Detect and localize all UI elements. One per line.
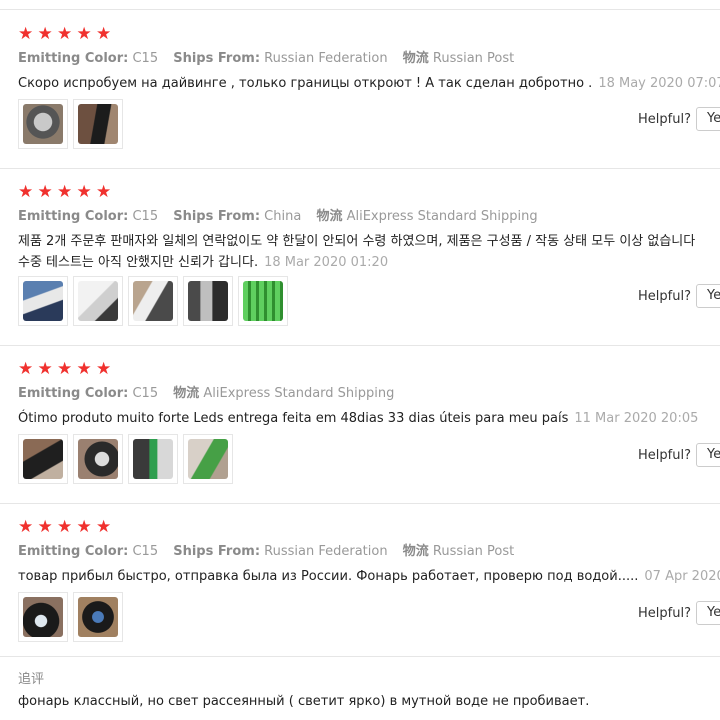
- attr-logistics: 物流 AliExpress Standard Shipping: [316, 209, 538, 224]
- helpful-label: Helpful?: [638, 112, 691, 127]
- review-photo-thumbnail[interactable]: [73, 434, 123, 484]
- review-line: товар прибыл быстро, отправка была из Ро…: [18, 569, 639, 584]
- star-rating: ★ ★ ★ ★ ★: [18, 24, 116, 44]
- attr-logistics: 物流 AliExpress Standard Shipping: [173, 386, 395, 401]
- star-icon: ★: [57, 182, 73, 202]
- review-line: 수중 테스트는 아직 안했지만 신뢰가 갑니다.: [18, 255, 259, 270]
- helpful-yes-button[interactable]: Yes: [696, 107, 720, 131]
- star-icon: ★: [37, 182, 53, 202]
- attr-emitting-color: Emitting Color: C15: [18, 51, 159, 66]
- review-photo-thumbnail[interactable]: [18, 276, 68, 326]
- star-icon: ★: [18, 517, 34, 537]
- review-item: ★ ★ ★ ★ ★ Emitting Color: C15 Ships From: Ch…: [0, 168, 720, 346]
- review-item: ★ ★ ★ ★ ★ Emitting Color: C15 Ships From: Ru…: [0, 10, 720, 169]
- attr-logistics: 物流 Russian Post: [402, 51, 515, 66]
- review-text: товар прибыл быстро, отправка была из Ро…: [18, 566, 720, 587]
- star-icon: ★: [96, 517, 112, 537]
- review-attributes: Emitting Color: C15 Ships From: China 物流…: [18, 208, 549, 226]
- review-photos: [18, 276, 293, 326]
- review-text: Скоро испробуем на дайвинге , только гра…: [18, 73, 720, 94]
- star-icon: ★: [57, 24, 73, 44]
- review-attributes: Emitting Color: C15 物流 AliExpress Standa…: [18, 385, 405, 403]
- feedback-page: ★ ★ ★ ★ ★ Emitting Color: C15 Ships From: Ru…: [0, 0, 720, 720]
- review-line: Скоро испробуем на дайвинге , только гра…: [18, 76, 593, 91]
- review-date: 07 Apr 2020 08:15: [644, 569, 720, 584]
- star-icon: ★: [37, 517, 53, 537]
- review-photo-thumbnail[interactable]: [18, 99, 68, 149]
- helpful-yes-button[interactable]: Yes: [696, 284, 720, 308]
- star-icon: ★: [96, 24, 112, 44]
- star-icon: ★: [57, 359, 73, 379]
- review-item: ★ ★ ★ ★ ★ Emitting Color: C15 Ships From: Ru…: [0, 503, 720, 657]
- star-icon: ★: [57, 517, 73, 537]
- review-date: 18 Mar 2020 01:20: [264, 255, 389, 270]
- review-photo-thumbnail[interactable]: [183, 434, 233, 484]
- attr-emitting-color: Emitting Color: C15: [18, 544, 159, 559]
- review-photo-thumbnail[interactable]: [238, 276, 288, 326]
- star-icon: ★: [76, 24, 92, 44]
- star-rating: ★ ★ ★ ★ ★: [18, 182, 116, 202]
- attr-logistics: 物流 Russian Post: [402, 544, 515, 559]
- star-icon: ★: [76, 182, 92, 202]
- review-photo-thumbnail[interactable]: [73, 276, 123, 326]
- review-date: 11 Mar 2020 20:05: [574, 411, 699, 426]
- helpful-label: Helpful?: [638, 448, 691, 463]
- helpful-label: Helpful?: [638, 289, 691, 304]
- review-photo-thumbnail[interactable]: [18, 592, 68, 642]
- review-photo-thumbnail[interactable]: [128, 434, 178, 484]
- star-icon: ★: [37, 24, 53, 44]
- attr-ships-from: Ships From: China: [173, 209, 302, 224]
- review-photo-thumbnail[interactable]: [18, 434, 68, 484]
- review-photo-thumbnail[interactable]: [73, 99, 123, 149]
- review-photo-thumbnail[interactable]: [183, 276, 233, 326]
- star-icon: ★: [18, 359, 34, 379]
- star-icon: ★: [76, 359, 92, 379]
- helpful-label: Helpful?: [638, 606, 691, 621]
- star-icon: ★: [96, 182, 112, 202]
- attr-ships-from: Ships From: Russian Federation: [173, 51, 388, 66]
- review-attributes: Emitting Color: C15 Ships From: Russian …: [18, 50, 525, 68]
- followup-label: 追评: [18, 672, 45, 687]
- star-icon: ★: [37, 359, 53, 379]
- star-rating: ★ ★ ★ ★ ★: [18, 359, 116, 379]
- review-photos: [18, 434, 238, 484]
- helpful-yes-button[interactable]: Yes: [696, 443, 720, 467]
- review-photo-thumbnail[interactable]: [73, 592, 123, 642]
- review-line: 제품 2개 주문후 판매자와 일체의 연락없이도 약 한달이 안되어 수령 하였…: [18, 234, 696, 249]
- review-date: 18 May 2020 07:07: [598, 76, 720, 91]
- review-text: 제품 2개 주문후 판매자와 일체의 연락없이도 약 한달이 안되어 수령 하였…: [18, 231, 720, 273]
- review-text: Ótimo produto muito forte Leds entrega f…: [18, 408, 720, 429]
- star-icon: ★: [18, 182, 34, 202]
- attr-emitting-color: Emitting Color: C15: [18, 386, 159, 401]
- star-icon: ★: [96, 359, 112, 379]
- attr-emitting-color: Emitting Color: C15: [18, 209, 159, 224]
- followup-text: фонарь классный, но свет рассеянный ( св…: [18, 694, 590, 709]
- review-item: ★ ★ ★ ★ ★ Emitting Color: C15 物流 AliExpress …: [0, 345, 720, 504]
- review-photos: [18, 592, 128, 642]
- review-photo-thumbnail[interactable]: [128, 276, 178, 326]
- review-attributes: Emitting Color: C15 Ships From: Russian …: [18, 543, 525, 561]
- star-icon: ★: [18, 24, 34, 44]
- star-rating: ★ ★ ★ ★ ★: [18, 517, 116, 537]
- attr-ships-from: Ships From: Russian Federation: [173, 544, 388, 559]
- review-line: Ótimo produto muito forte Leds entrega f…: [18, 411, 569, 426]
- star-icon: ★: [76, 517, 92, 537]
- review-photos: [18, 99, 128, 149]
- helpful-yes-button[interactable]: Yes: [696, 601, 720, 625]
